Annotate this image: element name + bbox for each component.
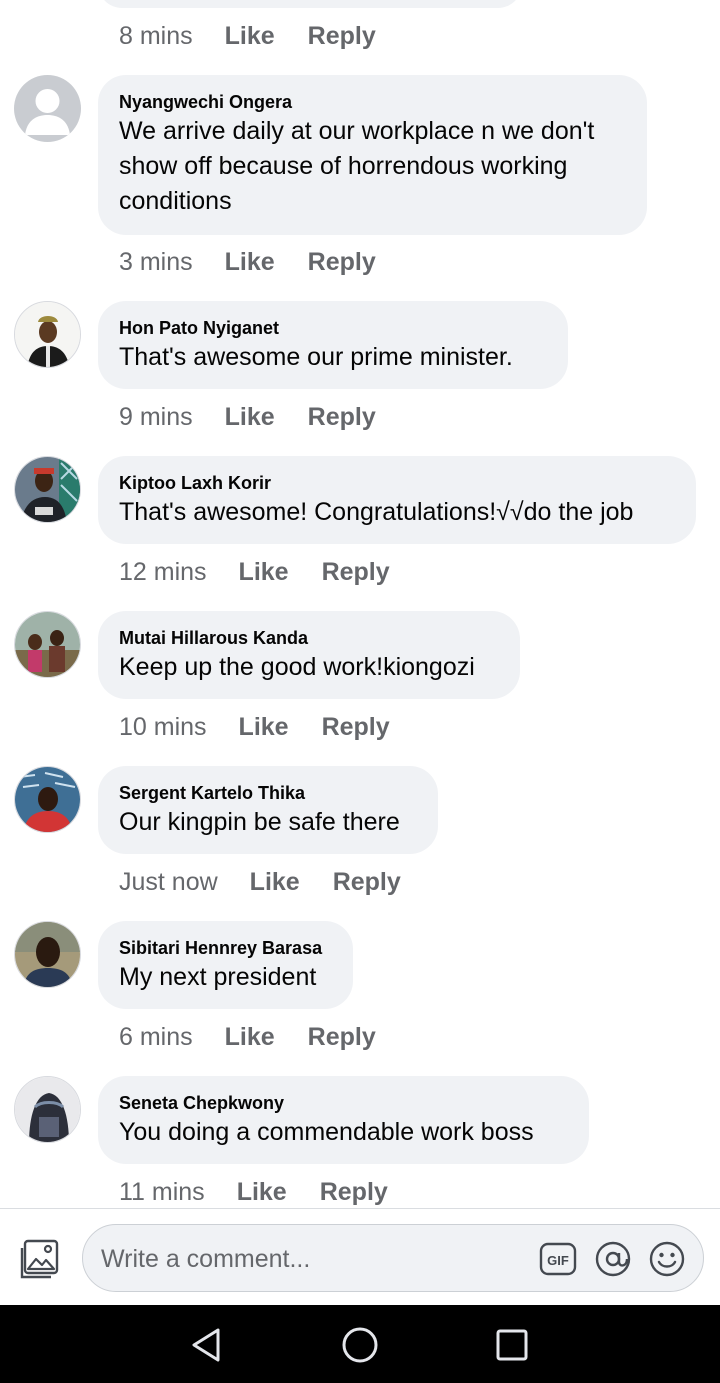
reply-button[interactable]: Reply: [308, 19, 376, 53]
home-icon[interactable]: [340, 1325, 380, 1365]
comment-actions: 9 mins Like Reply: [119, 400, 409, 434]
comment-actions: 6 mins Like Reply: [119, 1020, 409, 1054]
reply-button[interactable]: Reply: [333, 865, 401, 899]
comment-author[interactable]: Kiptoo Laxh Korir: [119, 471, 675, 495]
comment-text-line: show off because of horrendous working: [119, 152, 568, 180]
back-icon[interactable]: [186, 1325, 226, 1365]
comment-composer: GIF: [0, 1208, 720, 1305]
like-button[interactable]: Like: [250, 865, 300, 899]
comment-time: 11 mins: [119, 1178, 205, 1206]
photo-icon[interactable]: [19, 1238, 61, 1280]
reply-button[interactable]: Reply: [320, 1175, 388, 1208]
comment-author[interactable]: Seneta Chepkwony: [119, 1091, 568, 1115]
avatar[interactable]: [14, 456, 81, 523]
system-navigation-bar: [0, 1305, 720, 1383]
comment-time: 8 mins: [119, 22, 193, 50]
recents-icon[interactable]: [492, 1325, 532, 1365]
comment-time: 12 mins: [119, 558, 207, 586]
comment-actions: 10 mins Like Reply: [119, 710, 423, 744]
avatar[interactable]: [14, 921, 81, 988]
previous-comment-bubble: [98, 0, 522, 8]
comment-text-line: Our kingpin be safe there: [119, 808, 400, 836]
comment-actions: Just now Like Reply: [119, 865, 434, 899]
comment-actions: 11 mins Like Reply: [119, 1175, 421, 1208]
like-button[interactable]: Like: [225, 1020, 275, 1054]
comment-time: 6 mins: [119, 1023, 193, 1051]
avatar[interactable]: [14, 1076, 81, 1143]
comment-author[interactable]: Sibitari Hennrey Barasa: [119, 936, 332, 960]
comment-bubble[interactable]: Sergent Kartelo Thika Our kingpin be saf…: [98, 766, 438, 854]
gif-label: GIF: [547, 1253, 569, 1268]
comment-text-line: Keep up the good work!kiongozi: [119, 653, 475, 681]
like-button[interactable]: Like: [237, 1175, 287, 1208]
like-button[interactable]: Like: [225, 245, 275, 279]
reply-button[interactable]: Reply: [308, 245, 376, 279]
comment-author[interactable]: Mutai Hillarous Kanda: [119, 626, 499, 650]
comment-text-line: That's awesome our prime minister.: [119, 343, 513, 371]
comment-time: 3 mins: [119, 248, 193, 276]
comment-author[interactable]: Nyangwechi Ongera: [119, 90, 626, 114]
mention-icon[interactable]: [594, 1240, 632, 1278]
comment-text-line: conditions: [119, 187, 232, 215]
comment-time: 9 mins: [119, 403, 193, 431]
comment-text-line: That's awesome! Congratulations!√√do the…: [119, 498, 634, 526]
comment-author[interactable]: Hon Pato Nyiganet: [119, 316, 547, 340]
comment-bubble[interactable]: Mutai Hillarous Kanda Keep up the good w…: [98, 611, 520, 699]
like-button[interactable]: Like: [239, 555, 289, 589]
comment-input-box[interactable]: GIF: [82, 1224, 704, 1292]
default-avatar-icon[interactable]: [14, 75, 81, 142]
comment-actions: 12 mins Like Reply: [119, 555, 423, 589]
comment-bubble[interactable]: Seneta Chepkwony You doing a commendable…: [98, 1076, 589, 1164]
comment-feed[interactable]: 8 mins Like Reply Nyangwechi Ongera We a…: [0, 0, 720, 1208]
comment-time: Just now: [119, 868, 218, 896]
comment-input[interactable]: [99, 1239, 523, 1279]
comment-text-line: My next president: [119, 963, 317, 991]
reply-button[interactable]: Reply: [308, 1020, 376, 1054]
comment-bubble[interactable]: Sibitari Hennrey Barasa My next presiden…: [98, 921, 353, 1009]
emoji-icon[interactable]: [648, 1240, 686, 1278]
avatar[interactable]: [14, 611, 81, 678]
reply-button[interactable]: Reply: [322, 555, 390, 589]
comment-author[interactable]: Sergent Kartelo Thika: [119, 781, 417, 805]
like-button[interactable]: Like: [225, 400, 275, 434]
avatar[interactable]: [14, 301, 81, 368]
comment-time: 10 mins: [119, 713, 207, 741]
comment-bubble[interactable]: Nyangwechi Ongera We arrive daily at our…: [98, 75, 647, 235]
like-button[interactable]: Like: [239, 710, 289, 744]
comment-actions: 3 mins Like Reply: [119, 245, 409, 279]
reply-button[interactable]: Reply: [322, 710, 390, 744]
avatar[interactable]: [14, 766, 81, 833]
comment-actions: 8 mins Like Reply: [119, 19, 409, 53]
like-button[interactable]: Like: [225, 19, 275, 53]
gif-icon[interactable]: GIF: [539, 1240, 577, 1278]
reply-button[interactable]: Reply: [308, 400, 376, 434]
comment-text-line: We arrive daily at our workplace n we do…: [119, 117, 595, 145]
comment-bubble[interactable]: Kiptoo Laxh Korir That's awesome! Congra…: [98, 456, 696, 544]
comment-bubble[interactable]: Hon Pato Nyiganet That's awesome our pri…: [98, 301, 568, 389]
comment-text-line: You doing a commendable work boss: [119, 1118, 534, 1146]
